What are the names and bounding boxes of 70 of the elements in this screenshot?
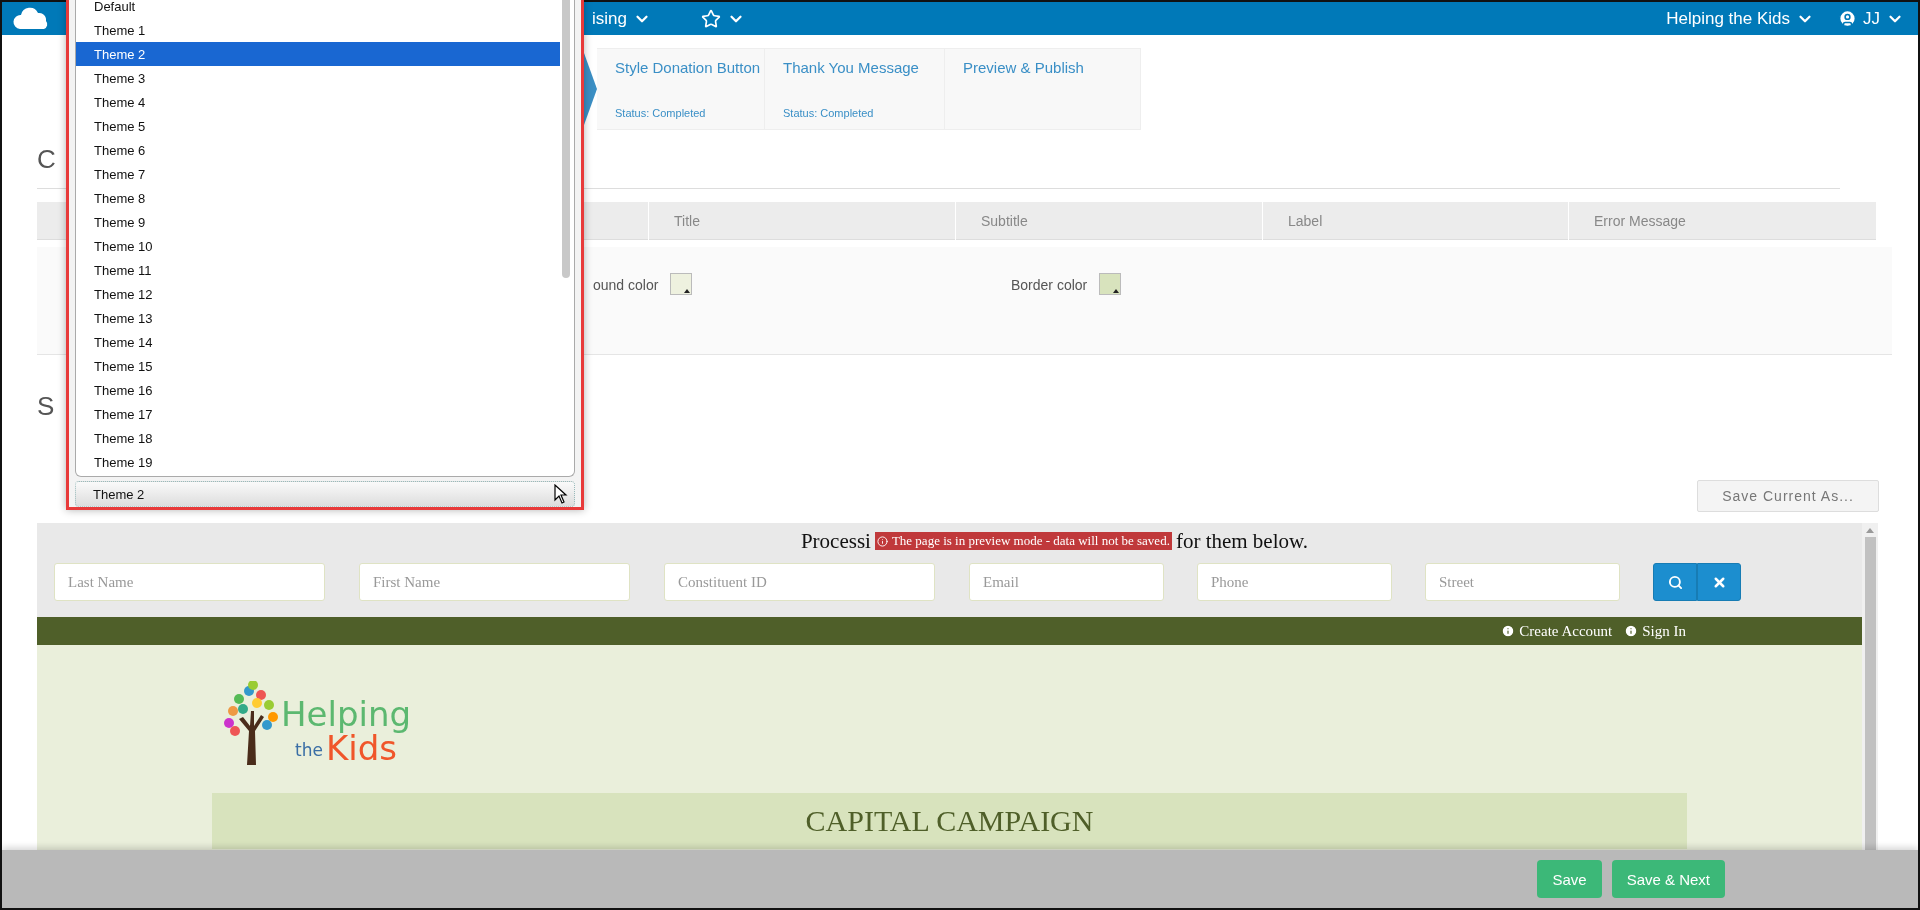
dropdown-option[interactable]: Theme 10 xyxy=(76,234,560,258)
dropdown-option[interactable]: Theme 13 xyxy=(76,306,560,330)
logo-text: the xyxy=(295,742,323,762)
color-swatch[interactable] xyxy=(1099,273,1122,295)
user-menu[interactable]: JJ xyxy=(1838,8,1904,29)
scrollbar-thumb[interactable] xyxy=(562,0,570,278)
dropdown-option[interactable]: Theme 3 xyxy=(76,66,560,90)
color-swatch[interactable] xyxy=(670,273,693,295)
table-header-cell: Label xyxy=(1262,202,1568,240)
info-icon xyxy=(1501,624,1516,638)
search-input-field[interactable]: Street xyxy=(1425,563,1620,601)
account-link[interactable]: Sign In xyxy=(1624,622,1686,640)
star-icon xyxy=(700,8,721,29)
search-input-field[interactable]: First Name xyxy=(359,563,630,601)
preview-notice: The page is in preview mode - data will not be saved. xyxy=(874,532,1172,550)
dropdown-option[interactable]: Theme 8 xyxy=(76,186,560,210)
step-tab[interactable]: Thank You Message Status: Completed xyxy=(765,48,945,130)
dropdown-option[interactable]: Theme 19 xyxy=(76,450,560,474)
logo-text: Helping xyxy=(281,697,412,731)
step-title: Thank You Message xyxy=(783,59,920,76)
dropdown-option[interactable]: Theme 17 xyxy=(76,402,560,426)
table-header-cell: Error Message xyxy=(1568,202,1876,240)
dropdown-option[interactable]: Theme 7 xyxy=(76,162,560,186)
search-input-field[interactable]: Last Name xyxy=(54,563,325,601)
dropdown-option[interactable]: Theme 16 xyxy=(76,378,560,402)
info-icon xyxy=(876,535,888,547)
table-header-cell: Title xyxy=(648,202,955,240)
campaign-banner: CAPITAL CAMPAIGN xyxy=(212,793,1687,849)
dropdown-option[interactable]: Theme 6 xyxy=(76,138,560,162)
section-heading: C xyxy=(37,144,56,175)
dropdown-option[interactable]: Default xyxy=(76,0,560,18)
account-link[interactable]: Create Account xyxy=(1501,622,1613,640)
dropdown-option[interactable]: Theme 15 xyxy=(76,354,560,378)
search-icon xyxy=(1667,574,1683,590)
nav-menu[interactable]: ising xyxy=(592,8,651,29)
search-input-field[interactable]: Email xyxy=(969,563,1164,601)
dropdown-option[interactable]: Theme 12 xyxy=(76,282,560,306)
save-current-as-button[interactable]: Save Current As... xyxy=(1697,480,1879,512)
dropdown-option[interactable]: Theme 18 xyxy=(76,426,560,450)
dropdown-option[interactable]: Theme 5 xyxy=(76,114,560,138)
step-status: Status: Completed xyxy=(615,107,707,119)
step-tab[interactable]: Style Donation Button Status: Completed xyxy=(597,48,765,130)
cursor-icon xyxy=(554,484,568,504)
theme-select[interactable]: Theme 2 xyxy=(75,481,575,507)
tree-logo-icon xyxy=(223,681,279,765)
info-icon xyxy=(1624,624,1639,638)
search-input-field[interactable]: Constituent ID xyxy=(664,563,935,601)
step-status: Status: Completed xyxy=(783,107,875,119)
step-title: Style Donation Button xyxy=(615,59,762,76)
dropdown-option[interactable]: Theme 2 xyxy=(76,42,560,66)
user-avatar-icon xyxy=(1838,9,1857,28)
table-header-cell: Subtitle xyxy=(955,202,1262,240)
search-button[interactable] xyxy=(1653,563,1697,601)
field-label: Border color xyxy=(1011,276,1088,293)
dropdown-option[interactable]: Theme 1 xyxy=(76,18,560,42)
favorites-menu[interactable] xyxy=(700,8,745,29)
field-label: ound color xyxy=(593,276,659,293)
theme-dropdown[interactable]: Default Theme 1 Theme 2 Theme 3 Theme 4 Theme 5 Theme 6 Theme 7 Theme 8 Theme 9 Theme 10 Theme 11 Theme 12 Theme 13 Theme 14 Theme 15 Theme 16 Theme 17 Theme 18 Theme 19 Theme 2 xyxy=(66,0,584,510)
scrollbar-thumb[interactable] xyxy=(1864,537,1876,850)
step-title: Preview & Publish xyxy=(963,59,1085,76)
preview-heading: Processi xyxy=(800,528,871,554)
clear-button[interactable] xyxy=(1697,563,1741,601)
section-heading: S xyxy=(37,391,55,422)
organization-menu[interactable]: Helping the Kids xyxy=(1666,8,1814,29)
dropdown-option[interactable]: Theme 4 xyxy=(76,90,560,114)
preview-heading: for them below. xyxy=(1175,528,1309,554)
dropdown-option[interactable]: Theme 11 xyxy=(76,258,560,282)
dropdown-option[interactable]: Theme 14 xyxy=(76,330,560,354)
search-input-field[interactable]: Phone xyxy=(1197,563,1392,601)
dropdown-option[interactable]: Theme 9 xyxy=(76,210,560,234)
